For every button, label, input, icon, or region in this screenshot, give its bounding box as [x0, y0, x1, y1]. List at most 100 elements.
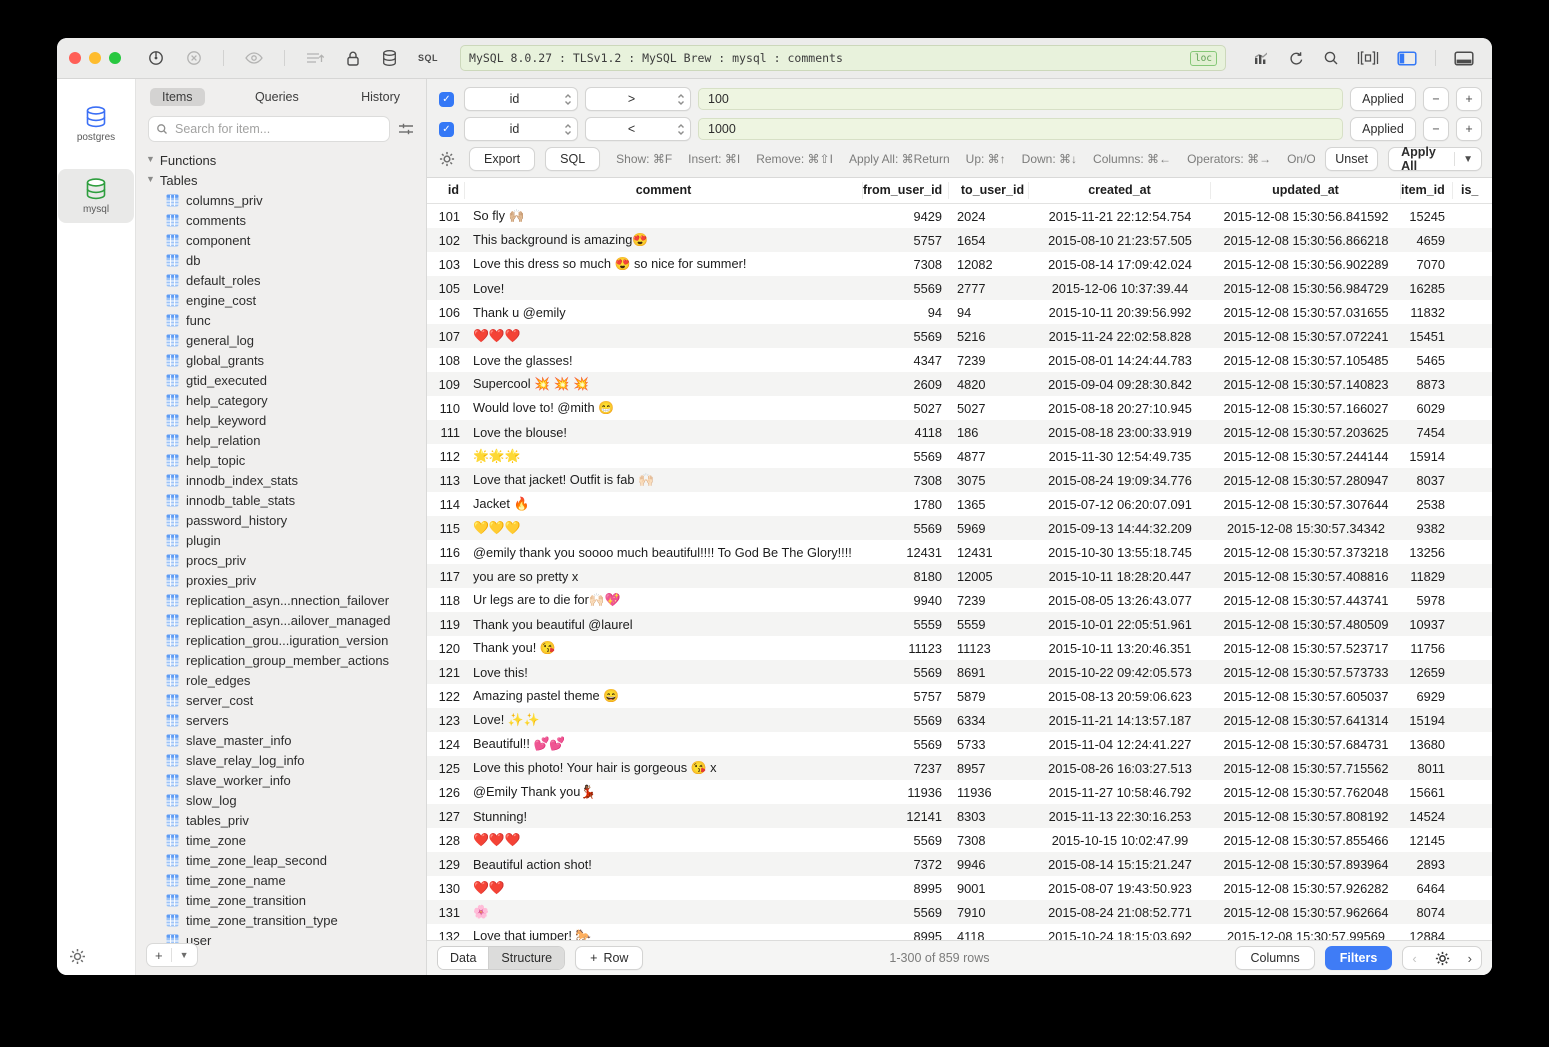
toggle-left-panel-icon[interactable] — [1397, 51, 1417, 66]
column-header-created_at[interactable]: created_at — [1029, 182, 1211, 199]
remove-filter-button[interactable]: − — [1423, 87, 1449, 111]
sidebar-table-servers[interactable]: servers — [146, 710, 426, 730]
toggle-bottom-panel-icon[interactable] — [1454, 51, 1474, 66]
export-rows-icon[interactable] — [305, 50, 325, 66]
sidebar-table-slave_relay_log_info[interactable]: slave_relay_log_info — [146, 750, 426, 770]
table-row[interactable]: 110Would love to! @mith 😁502750272015-08… — [427, 396, 1492, 420]
table-row[interactable]: 121Love this!556986912015-10-22 09:42:05… — [427, 660, 1492, 684]
refresh-icon[interactable] — [1288, 50, 1305, 67]
add-item-button-group[interactable]: + ▼ — [146, 943, 198, 967]
columns-button[interactable]: Columns — [1235, 946, 1314, 970]
sidebar-table-general_log[interactable]: general_log — [146, 330, 426, 350]
filter-applied-button[interactable]: Applied — [1350, 87, 1416, 111]
search-input[interactable] — [173, 121, 382, 137]
sidebar-table-replication_asyn...nnection_failover[interactable]: replication_asyn...nnection_failover — [146, 590, 426, 610]
tab-history[interactable]: History — [349, 88, 412, 106]
sidebar-table-time_zone_leap_second[interactable]: time_zone_leap_second — [146, 850, 426, 870]
search-icon[interactable] — [1323, 50, 1339, 66]
table-row[interactable]: 108Love the glasses!434772392015-08-01 1… — [427, 348, 1492, 372]
table-row[interactable]: 117you are so pretty x8180120052015-10-1… — [427, 564, 1492, 588]
connection-target-icon[interactable] — [147, 49, 165, 67]
filter-applied-button[interactable]: Applied — [1350, 117, 1416, 141]
filter-column-select[interactable]: id — [464, 117, 578, 141]
sidebar-table-time_zone_transition[interactable]: time_zone_transition — [146, 890, 426, 910]
sidebar-table-tables_priv[interactable]: tables_priv — [146, 810, 426, 830]
lock-icon[interactable] — [345, 50, 361, 67]
sidebar-table-component[interactable]: component — [146, 230, 426, 250]
sidebar-table-default_roles[interactable]: default_roles — [146, 270, 426, 290]
sidebar-table-proxies_priv[interactable]: proxies_priv — [146, 570, 426, 590]
focus-frame-icon[interactable] — [1357, 50, 1379, 66]
column-header-to_user_id[interactable]: to_user_id — [949, 182, 1029, 199]
sidebar-table-comments[interactable]: comments — [146, 210, 426, 230]
add-filter-button[interactable]: + — [1456, 117, 1482, 141]
sidebar-table-plugin[interactable]: plugin — [146, 530, 426, 550]
sidebar-table-func[interactable]: func — [146, 310, 426, 330]
sidebar-table-innodb_index_stats[interactable]: innodb_index_stats — [146, 470, 426, 490]
table-row[interactable]: 114Jacket 🔥178013652015-07-12 06:20:07.0… — [427, 492, 1492, 516]
filter-value-input[interactable] — [698, 118, 1343, 140]
sidebar-table-columns_priv[interactable]: columns_priv — [146, 190, 426, 210]
sidebar-table-slave_worker_info[interactable]: slave_worker_info — [146, 770, 426, 790]
table-row[interactable]: 119Thank you beautiful @laurel5559555920… — [427, 612, 1492, 636]
filter-value-input[interactable] — [698, 88, 1343, 110]
sidebar-table-slow_log[interactable]: slow_log — [146, 790, 426, 810]
filter-enabled-checkbox[interactable]: ✓ — [439, 122, 454, 137]
table-row[interactable]: 113Love that jacket! Outfit is fab 🙌🏻730… — [427, 468, 1492, 492]
sidebar-table-time_zone_transition_type[interactable]: time_zone_transition_type — [146, 910, 426, 930]
settings-gear-icon[interactable] — [69, 948, 86, 965]
table-row[interactable]: 116@emily thank you soooo much beautiful… — [427, 540, 1492, 564]
sidebar-table-help_relation[interactable]: help_relation — [146, 430, 426, 450]
table-row[interactable]: 115💛💛💛556959692015-09-13 14:44:32.209201… — [427, 516, 1492, 540]
chevron-down-icon[interactable]: ▼ — [1455, 154, 1481, 165]
table-row[interactable]: 111Love the blouse!41181862015-08-18 23:… — [427, 420, 1492, 444]
column-header-item_id[interactable]: item_id — [1401, 182, 1453, 199]
chevron-down-icon[interactable]: ▼ — [172, 950, 197, 960]
next-page-icon[interactable]: › — [1459, 951, 1481, 966]
table-row[interactable]: 102This background is amazing😍5757165420… — [427, 228, 1492, 252]
table-row[interactable]: 129Beautiful action shot!737299462015-08… — [427, 852, 1492, 876]
table-row[interactable]: 123Love! ✨✨556963342015-11-21 14:13:57.1… — [427, 708, 1492, 732]
previous-page-icon[interactable]: ‹ — [1403, 951, 1425, 966]
structure-tab[interactable]: Structure — [488, 947, 564, 969]
sidebar-table-replication_group_member_actions[interactable]: replication_group_member_actions — [146, 650, 426, 670]
sidebar-table-role_edges[interactable]: role_edges — [146, 670, 426, 690]
table-row[interactable]: 106Thank u @emily94942015-10-11 20:39:56… — [427, 300, 1492, 324]
page-settings-gear-icon[interactable] — [1426, 951, 1459, 966]
connection-mysql[interactable]: mysql — [58, 169, 134, 223]
table-row[interactable]: 118Ur legs are to die for🙌🏻💖994072392015… — [427, 588, 1492, 612]
table-row[interactable]: 120Thank you! 😘11123111232015-10-11 13:2… — [427, 636, 1492, 660]
remove-filter-button[interactable]: − — [1423, 117, 1449, 141]
minimize-window-button[interactable] — [89, 52, 101, 64]
sidebar-table-global_grants[interactable]: global_grants — [146, 350, 426, 370]
sidebar-table-server_cost[interactable]: server_cost — [146, 690, 426, 710]
close-window-button[interactable] — [69, 52, 81, 64]
table-row[interactable]: 124Beautiful!! 💕💕556957332015-11-04 12:2… — [427, 732, 1492, 756]
column-header-is_[interactable]: is_ — [1453, 182, 1492, 199]
filters-button[interactable]: Filters — [1325, 946, 1393, 970]
filter-settings-gear-icon[interactable] — [439, 151, 455, 167]
table-row[interactable]: 132Love that jumper! 🐎899541182015-10-24… — [427, 924, 1492, 940]
table-row[interactable]: 126@Emily Thank you💃🏾11936119362015-11-2… — [427, 780, 1492, 804]
table-row[interactable]: 109Supercool 💥 💥 💥260948202015-09-04 09:… — [427, 372, 1492, 396]
table-row[interactable]: 105Love!556927772015-12-06 10:37:39.4420… — [427, 276, 1492, 300]
sidebar-table-engine_cost[interactable]: engine_cost — [146, 290, 426, 310]
preview-eye-icon[interactable] — [244, 50, 264, 66]
filter-operator-select[interactable]: < — [585, 117, 691, 141]
sidebar-table-help_keyword[interactable]: help_keyword — [146, 410, 426, 430]
column-header-comment[interactable]: comment — [465, 182, 863, 199]
sidebar-table-db[interactable]: db — [146, 250, 426, 270]
chart-icon[interactable] — [1252, 50, 1270, 66]
column-header-id[interactable]: id — [427, 182, 465, 199]
sql-preview-button[interactable]: SQL — [545, 147, 600, 171]
plus-icon[interactable]: + — [147, 948, 171, 963]
table-row[interactable]: 122Amazing pastel theme 😄575758792015-08… — [427, 684, 1492, 708]
sidebar-table-replication_grou...iguration_version[interactable]: replication_grou...iguration_version — [146, 630, 426, 650]
tab-items[interactable]: Items — [150, 88, 205, 106]
sidebar-table-slave_master_info[interactable]: slave_master_info — [146, 730, 426, 750]
table-row[interactable]: 103Love this dress so much 😍 so nice for… — [427, 252, 1492, 276]
table-row[interactable]: 107❤️❤️❤️556952162015-11-24 22:02:58.828… — [427, 324, 1492, 348]
table-row[interactable]: 130❤️❤️899590012015-08-07 19:43:50.92320… — [427, 876, 1492, 900]
filter-operator-select[interactable]: > — [585, 87, 691, 111]
table-row[interactable]: 112🌟🌟🌟556948772015-11-30 12:54:49.735201… — [427, 444, 1492, 468]
